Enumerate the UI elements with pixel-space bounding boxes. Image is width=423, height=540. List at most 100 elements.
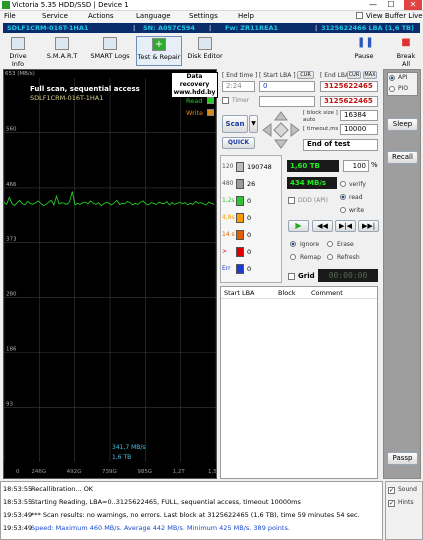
x-tick-label: 246G [31,469,46,475]
histogram-label: 1,2s [222,197,235,204]
passp-button[interactable]: Passp [387,452,418,465]
log-time: 19:53:49 [3,524,33,532]
x-tick-label: 739G [102,469,117,475]
ignore-radio[interactable] [290,240,296,248]
refresh-radio[interactable] [327,253,333,261]
erase-radio[interactable] [327,240,333,248]
legend-write-label: Write [186,109,204,117]
log-time: 18:53:55 [3,498,33,506]
histogram-swatch [236,196,244,206]
block-size-select[interactable]: 16384 [340,110,378,121]
y-tick-label: 93 [6,401,13,407]
histogram-swatch [236,213,244,223]
legend-read-swatch[interactable] [207,97,214,104]
test-repair-button[interactable]: + Test & Repair [136,36,182,66]
x-tick-label: 1,2T [173,469,186,475]
legend-write-swatch[interactable] [207,109,214,116]
histogram-count: 0 [247,265,252,273]
end-time-field[interactable]: 2:24 [222,81,255,92]
ddd-api-checkbox[interactable] [288,196,295,204]
grid-checkbox[interactable] [288,272,295,280]
api-label: API [398,74,408,81]
timer-toggle[interactable] [222,96,229,104]
data-recovery-banner: Data recovery www.hdd.by [171,72,218,98]
x-tick-label: 0 [16,469,20,475]
timeout-label: [ timeout,ms ] [303,126,343,132]
block-auto-label: auto [303,117,316,123]
end-of-test-select[interactable]: End of test [303,139,378,151]
maximize-button[interactable]: ☐ [384,0,398,10]
col-block[interactable]: Block [278,289,296,297]
break-all-button[interactable]: ■ Break All [392,36,420,68]
end-lba-field[interactable]: 3125622465 [320,81,378,92]
quick-button[interactable]: QUICK [222,137,255,149]
scan-button[interactable]: Scan [222,115,248,133]
mode-write-radio[interactable] [340,206,346,214]
end-lba-cur-button[interactable]: CUR [347,71,361,79]
drive-icon [11,37,25,50]
y-tick-label: 560 [6,127,17,133]
direction-pad[interactable] [262,111,300,149]
app-icon [2,1,10,9]
y-tick-label: 186 [6,347,17,353]
col-comment[interactable]: Comment [311,289,343,297]
scan-dropdown-arrow[interactable]: ▼ [249,115,258,133]
device-serial: SN: A057C594 [143,24,195,32]
timeout-select[interactable]: 10000 [340,124,378,135]
x-tick-label: 985G [137,469,152,475]
sleep-button[interactable]: Sleep [387,118,418,131]
elapsed-timer: 00:00:00 [318,269,378,282]
minimize-button[interactable]: — [366,0,380,10]
pause-button[interactable]: ❚❚ Pause [351,36,377,66]
start-lba-cur-button[interactable]: CUR [297,71,314,79]
smart-button[interactable]: S.M.A.R.T [43,36,81,66]
col-start-lba[interactable]: Start LBA [224,289,254,297]
smart-icon [55,37,69,50]
recall-button[interactable]: Recall [387,151,418,164]
log-time: 18:53:55 [3,485,33,493]
histogram-count: 0 [247,214,252,222]
remap-radio[interactable] [290,253,296,261]
log-panel[interactable]: 18:53:55 Recallibration... OK 18:53:55 Star… [0,481,383,540]
disk-editor-icon [198,37,212,50]
api-radio[interactable] [389,74,395,82]
skip-button[interactable]: ▶|◀ [335,220,356,232]
menu-help[interactable]: Help [238,12,254,20]
play-button[interactable]: ▶ [288,220,309,232]
x-tick-label: 1,5T [208,469,216,475]
disk-editor-button[interactable]: Disk Editor [187,36,223,66]
graph-current-position: 1,6 TB [112,454,132,461]
start-lba-field[interactable]: 0 [259,81,315,92]
histogram-swatch [236,162,244,172]
log-message: *** Scan results: no warnings, no errors… [31,511,360,519]
end-lba-max-button[interactable]: MAX [363,71,377,79]
hints-checkbox[interactable] [388,499,395,507]
drive-info-button[interactable]: Drive Info [3,36,33,68]
histogram-swatch [236,179,244,189]
menu-language[interactable]: Language [136,12,171,20]
results-table[interactable]: Start LBA Block Comment [220,286,378,479]
pio-radio[interactable] [389,85,395,93]
histogram-swatch [236,264,244,274]
histogram-row: Err 0 [222,263,282,275]
close-button[interactable]: ✕ [404,0,422,10]
menu-settings[interactable]: Settings [189,12,218,20]
log-message: Recallibration... OK [31,485,94,493]
histogram-swatch [236,247,244,257]
speed-graph: 560 466 373 280 186 93 0 246G 492G 739G 985G 1,2T 1,… [3,69,218,479]
back-button[interactable]: ◀◀ [312,220,333,232]
refresh-label: Refresh [337,254,360,261]
end-button[interactable]: ▶▶| [358,220,379,232]
sound-checkbox[interactable] [388,486,395,494]
histogram-swatch [236,230,244,240]
mode-verify-label: verify [349,181,366,188]
histogram-label: 14 s [222,231,235,238]
menu-file[interactable]: File [4,12,16,20]
ignore-label: Ignore [300,241,320,248]
smart-logs-button[interactable]: SMART Logs [88,36,132,66]
menu-service[interactable]: Service [42,12,68,20]
histogram-label: 4,8s [222,214,235,221]
mode-read-radio[interactable] [340,193,346,201]
menu-actions[interactable]: Actions [88,12,114,20]
mode-verify-radio[interactable] [340,180,346,188]
